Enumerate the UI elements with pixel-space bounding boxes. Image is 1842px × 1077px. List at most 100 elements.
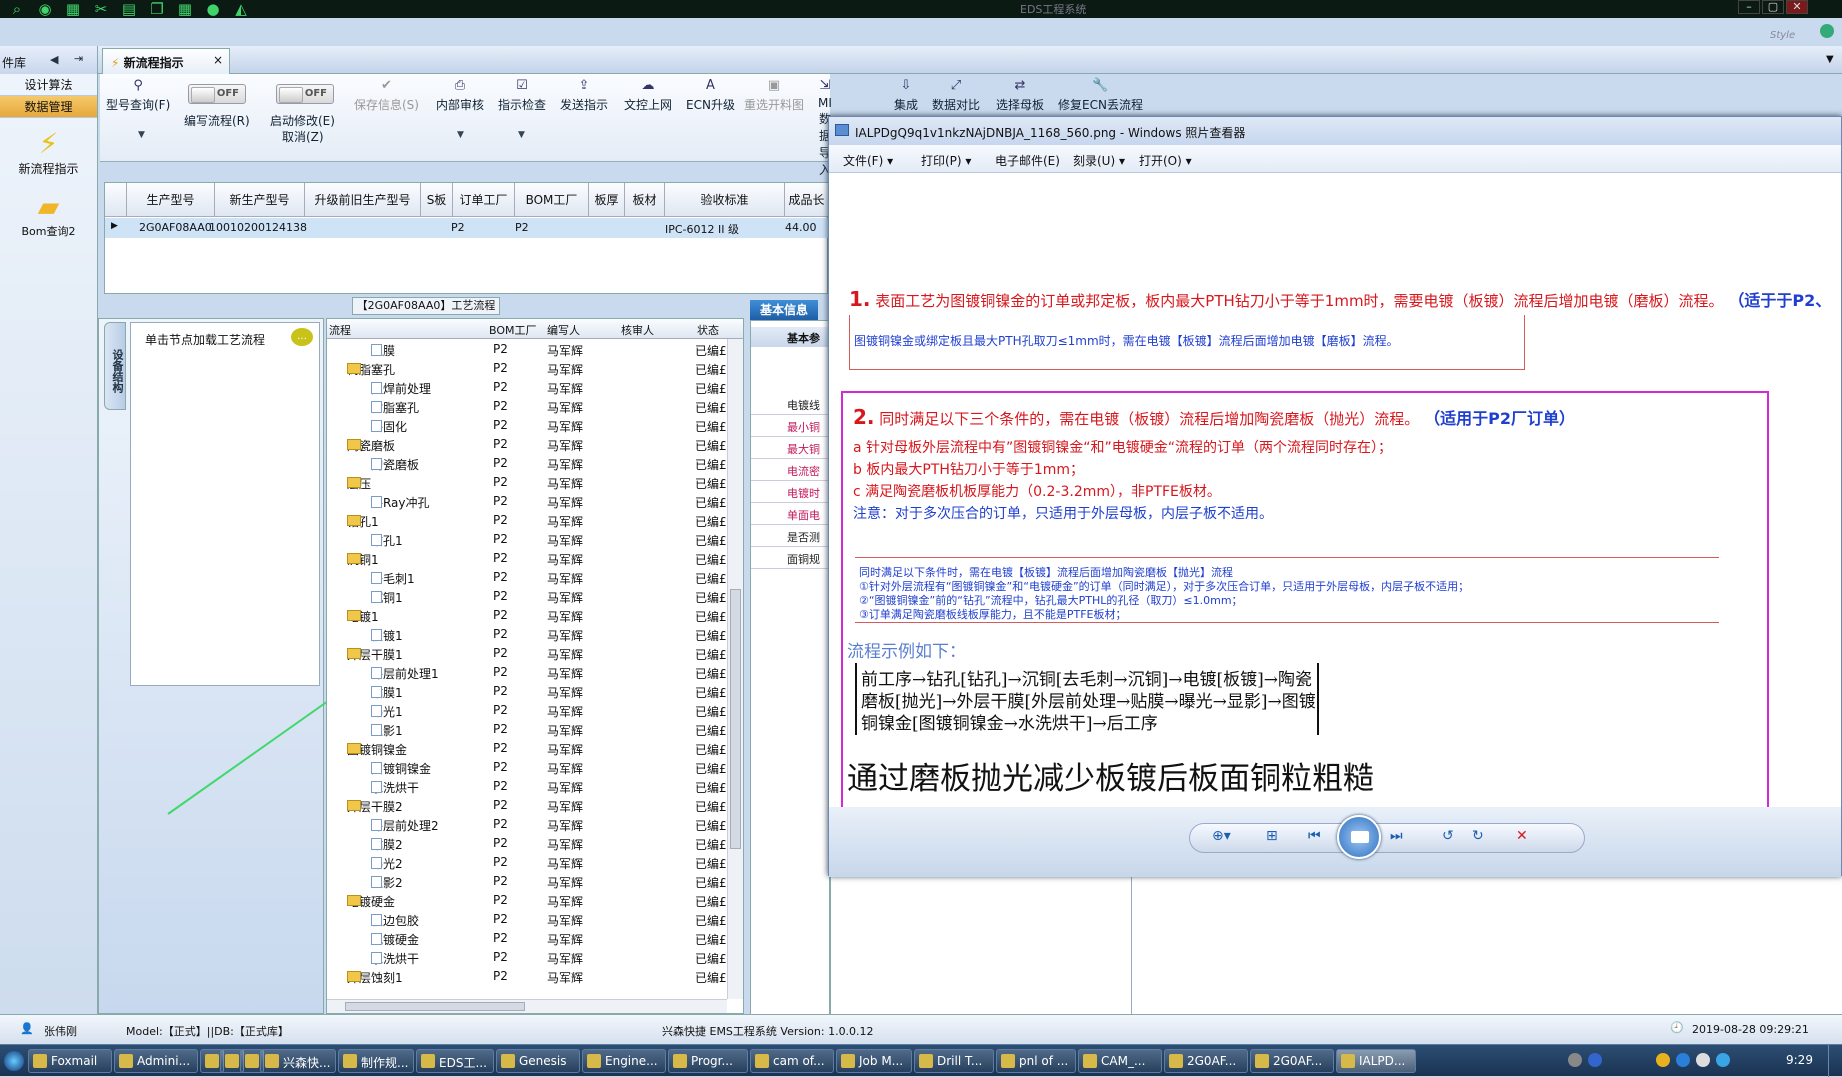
basic-prop[interactable]: 单面电 xyxy=(751,503,831,525)
tree-row[interactable]: 曝光1 P2 马军辉 已编£ xyxy=(327,701,743,720)
column-header[interactable]: 板材 xyxy=(625,183,665,217)
menu-file[interactable]: 文件(F) ▾ xyxy=(843,152,893,169)
column-header[interactable]: 核审人 xyxy=(621,322,654,338)
chart-icon[interactable]: ◭ xyxy=(230,0,252,18)
tree-row[interactable]: 退膜 P2 马军辉 已编£ xyxy=(327,340,743,359)
tree-row[interactable]: 水洗烘干 P2 马军辉 已编£ xyxy=(327,777,743,796)
tree-node[interactable]: 显影2 xyxy=(371,874,403,891)
column-header[interactable]: 验收标准 xyxy=(665,183,785,217)
pin-icon[interactable]: ⇥ xyxy=(74,52,83,65)
start-modify-toggle[interactable]: OFF xyxy=(276,84,334,104)
save-info-button[interactable]: ✔ 保存信息(S) xyxy=(354,78,419,113)
column-header[interactable]: 生产型号 xyxy=(127,183,215,217)
reselect-cut-drawing-button[interactable]: ▣ 重选开料图 xyxy=(744,78,804,113)
tree-node[interactable]: 贴膜2 xyxy=(371,836,403,853)
tree-node[interactable]: 外层前处理2 xyxy=(371,817,439,834)
tree-node[interactable]: −沉铜1 xyxy=(347,551,379,568)
tree-vertical-scrollbar[interactable] xyxy=(727,339,743,999)
tree-row[interactable]: −层压 P2 马军辉 已编£ xyxy=(327,473,743,492)
tab-basic-info[interactable]: 基本信息 xyxy=(750,300,818,320)
tree-node[interactable]: 贴膜1 xyxy=(371,684,403,701)
tree-node[interactable]: 曝光1 xyxy=(371,703,403,720)
tree-horizontal-scrollbar[interactable] xyxy=(327,999,727,1013)
tree-row[interactable]: −图镀铜镍金 P2 马军辉 已编£ xyxy=(327,739,743,758)
network-icon[interactable] xyxy=(1588,1053,1602,1067)
tree-row[interactable]: −陶瓷磨板 P2 马军辉 已编£ xyxy=(327,435,743,454)
zoom-icon[interactable]: ⊕▾ xyxy=(1212,828,1231,844)
tree-node[interactable]: 钻孔1 xyxy=(371,532,403,549)
search-icon[interactable]: ⌕ xyxy=(6,0,28,18)
dropdown-arrow-icon[interactable]: ▼ xyxy=(518,130,525,140)
viewer-titlebar[interactable]: IALPDgQ9q1v1nkzNAjDNBJA_1168_560.png - W… xyxy=(829,117,1841,145)
tree-row[interactable]: 终固化 P2 马军辉 已编£ xyxy=(327,416,743,435)
taskbar-item[interactable]: EDS工... xyxy=(416,1049,494,1073)
tree-row[interactable]: 贴膜1 P2 马军辉 已编£ xyxy=(327,682,743,701)
column-header[interactable]: 编写人 xyxy=(547,322,580,338)
ecn-upgrade-button[interactable]: A ECN升级 xyxy=(686,78,735,113)
tree-row[interactable]: 去毛刺1 P2 马军辉 已编£ xyxy=(327,568,743,587)
tree-node[interactable]: 终固化 xyxy=(371,418,407,435)
tree-node[interactable]: 陶瓷磨板 xyxy=(371,456,419,473)
tab-menu-chevron-icon[interactable]: ▼ xyxy=(1826,54,1834,65)
doc-control-upload-button[interactable]: ☁ 文控上网 xyxy=(624,78,672,113)
tree-node[interactable]: 电镀硬金 xyxy=(371,931,419,948)
tree-row[interactable]: 阻焊前处理 P2 马军辉 已编£ xyxy=(327,378,743,397)
tree-row[interactable]: −沉铜1 P2 马军辉 已编£ xyxy=(327,549,743,568)
column-header[interactable]: 成品长 xyxy=(785,183,829,217)
column-header[interactable]: 新生产型号 xyxy=(215,183,305,217)
tree-row[interactable]: −树脂塞孔 P2 马军辉 已编£ xyxy=(327,359,743,378)
nav-item-design-algorithm[interactable]: 设计算法 xyxy=(0,74,97,96)
apps-icon[interactable]: ▦ xyxy=(174,0,196,18)
next-icon[interactable]: ⏭ xyxy=(1390,828,1403,844)
tab-new-flow[interactable]: ⚡ 新流程指示 × xyxy=(102,48,230,74)
internal-review-button[interactable]: ⎙ 内部审核 xyxy=(436,78,484,113)
minimize-button[interactable]: – xyxy=(1738,0,1760,14)
tree-node[interactable]: −树脂塞孔 xyxy=(347,361,395,378)
dropdown-arrow-icon[interactable]: ▼ xyxy=(138,130,145,140)
fix-ecn-flow-button[interactable]: 🔧 修复ECN丢流程 xyxy=(1058,78,1143,113)
tree-row[interactable]: 显影2 P2 马军辉 已编£ xyxy=(327,872,743,891)
copy-icon[interactable]: ❐ xyxy=(146,0,168,18)
tree-node[interactable]: 水洗烘干 xyxy=(371,950,419,967)
tree-row[interactable]: 电镀硬金 P2 马军辉 已编£ xyxy=(327,929,743,948)
slideshow-button[interactable] xyxy=(1337,815,1381,859)
table-icon[interactable]: ▤ xyxy=(118,0,140,18)
chevron-left-icon[interactable]: ◀ xyxy=(50,53,58,66)
column-header[interactable]: S板 xyxy=(421,183,453,217)
shield-icon[interactable] xyxy=(1676,1053,1690,1067)
basic-prop[interactable]: 是否测 xyxy=(751,525,831,547)
tree-row[interactable]: −外层干膜2 P2 马军辉 已编£ xyxy=(327,796,743,815)
column-header[interactable]: 状态 xyxy=(697,322,719,338)
phone-icon[interactable] xyxy=(1820,24,1834,38)
edit-flow-button[interactable]: 编写流程(R) xyxy=(184,112,250,129)
launcher-new-flow[interactable]: ⚡ 新流程指示 xyxy=(0,128,97,177)
tree-row[interactable]: 板镀1 P2 马军辉 已编£ xyxy=(327,625,743,644)
tree-node[interactable]: 板边包胶 xyxy=(371,912,419,929)
menu-burn[interactable]: 刻录(U) ▾ xyxy=(1073,152,1125,169)
taskbar-item[interactable]: Progr... xyxy=(668,1049,748,1073)
tree-node[interactable]: −外层干膜1 xyxy=(347,646,403,663)
device-structure-tab[interactable]: 设备结构 xyxy=(104,322,126,410)
tree-node[interactable]: 曝光2 xyxy=(371,855,403,872)
tree-node[interactable]: −电镀硬金 xyxy=(347,893,395,910)
table-row[interactable]: ▶ 2G0AF08AA0 10010200124138 P2 P2 IPC-60… xyxy=(105,218,829,238)
tree-node[interactable]: 板镀1 xyxy=(371,627,403,644)
tree-row[interactable]: 板边包胶 P2 马军辉 已编£ xyxy=(327,910,743,929)
tree-node[interactable]: 图镀铜镍金 xyxy=(371,760,431,777)
rotate-left-icon[interactable]: ↺ xyxy=(1442,828,1454,844)
column-header[interactable]: 升级前旧生产型号 xyxy=(305,183,421,217)
taskbar-item[interactable]: 制作规... xyxy=(338,1049,414,1073)
tree-row[interactable]: X-Ray冲孔 P2 马军辉 已编£ xyxy=(327,492,743,511)
tree-node[interactable]: −外层干膜2 xyxy=(347,798,403,815)
tree-row[interactable]: −电镀1 P2 马军辉 已编£ xyxy=(327,606,743,625)
menu-email[interactable]: 电子邮件(E) xyxy=(995,152,1060,169)
tab-close-icon[interactable]: × xyxy=(213,53,223,67)
taskbar-item[interactable]: Job M... xyxy=(836,1049,912,1073)
tree-row[interactable]: −外层干膜1 P2 马军辉 已编£ xyxy=(327,644,743,663)
rotate-right-icon[interactable]: ↻ xyxy=(1472,828,1484,844)
taskbar-item[interactable]: Foxmail xyxy=(28,1049,112,1073)
tree-node[interactable]: 去毛刺1 xyxy=(371,570,415,587)
basic-prop[interactable]: 电镀线 xyxy=(751,393,831,415)
tree-row[interactable]: 显影1 P2 马军辉 已编£ xyxy=(327,720,743,739)
globe-icon[interactable]: ◉ xyxy=(34,0,56,18)
